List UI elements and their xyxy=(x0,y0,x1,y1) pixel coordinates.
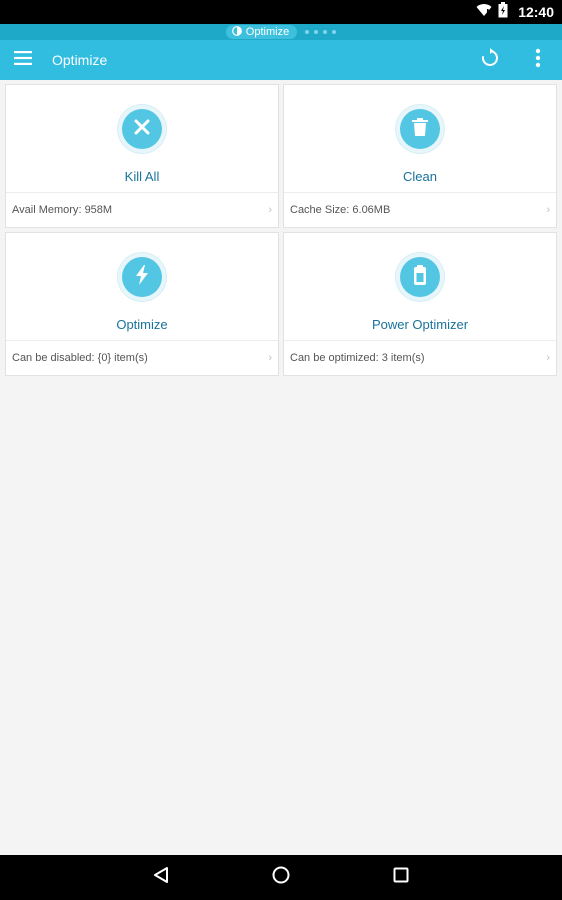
card-label: Optimize xyxy=(116,317,168,332)
card-kill-all: Kill All Avail Memory: 958M › xyxy=(5,84,279,228)
card-info-row[interactable]: Can be disabled: {0} item(s) › xyxy=(6,341,278,375)
optimize-icon-badge xyxy=(118,253,166,301)
page-dot xyxy=(314,30,319,34)
card-info: Can be disabled: {0} item(s) xyxy=(12,352,148,364)
tools-grid: Kill All Avail Memory: 958M › Clean Cach… xyxy=(5,84,557,376)
card-label: Clean xyxy=(403,169,437,184)
more-options-button[interactable] xyxy=(514,40,562,80)
card-info-row[interactable]: Avail Memory: 958M › xyxy=(6,193,278,227)
optimize-button[interactable]: Optimize xyxy=(6,233,278,341)
card-optimize: Optimize Can be disabled: {0} item(s) › xyxy=(5,232,279,376)
chevron-right-icon: › xyxy=(546,352,550,364)
chevron-right-icon: › xyxy=(546,204,550,216)
recents-button[interactable] xyxy=(341,855,461,900)
menu-button[interactable] xyxy=(0,40,46,80)
chevron-right-icon: › xyxy=(268,352,272,364)
back-button[interactable] xyxy=(101,855,221,900)
clean-button[interactable]: Clean xyxy=(284,85,556,193)
refresh-button[interactable] xyxy=(466,40,514,80)
status-time: 12:40 xyxy=(518,4,554,20)
power-optimizer-button[interactable]: Power Optimizer xyxy=(284,233,556,341)
close-icon xyxy=(133,118,151,141)
home-circle-icon xyxy=(272,866,290,889)
kill-all-icon-badge xyxy=(118,105,166,153)
more-vert-icon xyxy=(535,48,541,73)
battery-charging-icon xyxy=(498,1,508,23)
card-label: Kill All xyxy=(124,169,160,184)
battery-icon xyxy=(413,264,427,290)
card-info: Cache Size: 6.06MB xyxy=(290,204,391,216)
kill-all-button[interactable]: Kill All xyxy=(6,85,278,193)
wifi-icon xyxy=(476,3,492,22)
hamburger-menu-icon xyxy=(14,50,32,70)
card-label: Power Optimizer xyxy=(371,317,469,332)
notification-label: Optimize xyxy=(245,26,290,38)
status-bar: 12:40 xyxy=(0,0,562,24)
refresh-icon xyxy=(480,47,500,73)
page-title: Optimize xyxy=(52,52,108,68)
chevron-right-icon: › xyxy=(268,204,272,216)
home-button[interactable] xyxy=(221,855,341,900)
card-power-optimizer: Power Optimizer Can be optimized: 3 item… xyxy=(283,232,557,376)
optimize-gauge-icon xyxy=(231,25,242,39)
notification-pill[interactable]: Optimize xyxy=(225,25,298,39)
page-dot xyxy=(332,30,337,34)
clean-icon-badge xyxy=(396,105,444,153)
card-info-row[interactable]: Can be optimized: 3 item(s) › xyxy=(284,341,556,375)
page-dot xyxy=(323,30,328,34)
recents-square-icon xyxy=(393,867,409,888)
card-info-row[interactable]: Cache Size: 6.06MB › xyxy=(284,193,556,227)
card-info: Can be optimized: 3 item(s) xyxy=(290,352,425,364)
page-indicator-dots xyxy=(305,30,337,34)
trash-icon xyxy=(412,117,428,141)
card-clean: Clean Cache Size: 6.06MB › xyxy=(283,84,557,228)
back-triangle-icon xyxy=(152,866,170,889)
app-bar: Optimize xyxy=(0,40,562,80)
system-nav-bar xyxy=(0,855,562,900)
power-optimizer-icon-badge xyxy=(396,253,444,301)
lightning-bolt-icon xyxy=(135,264,149,290)
page-dot xyxy=(305,30,310,34)
notification-strip: Optimize xyxy=(0,24,562,40)
card-info: Avail Memory: 958M xyxy=(12,204,113,216)
